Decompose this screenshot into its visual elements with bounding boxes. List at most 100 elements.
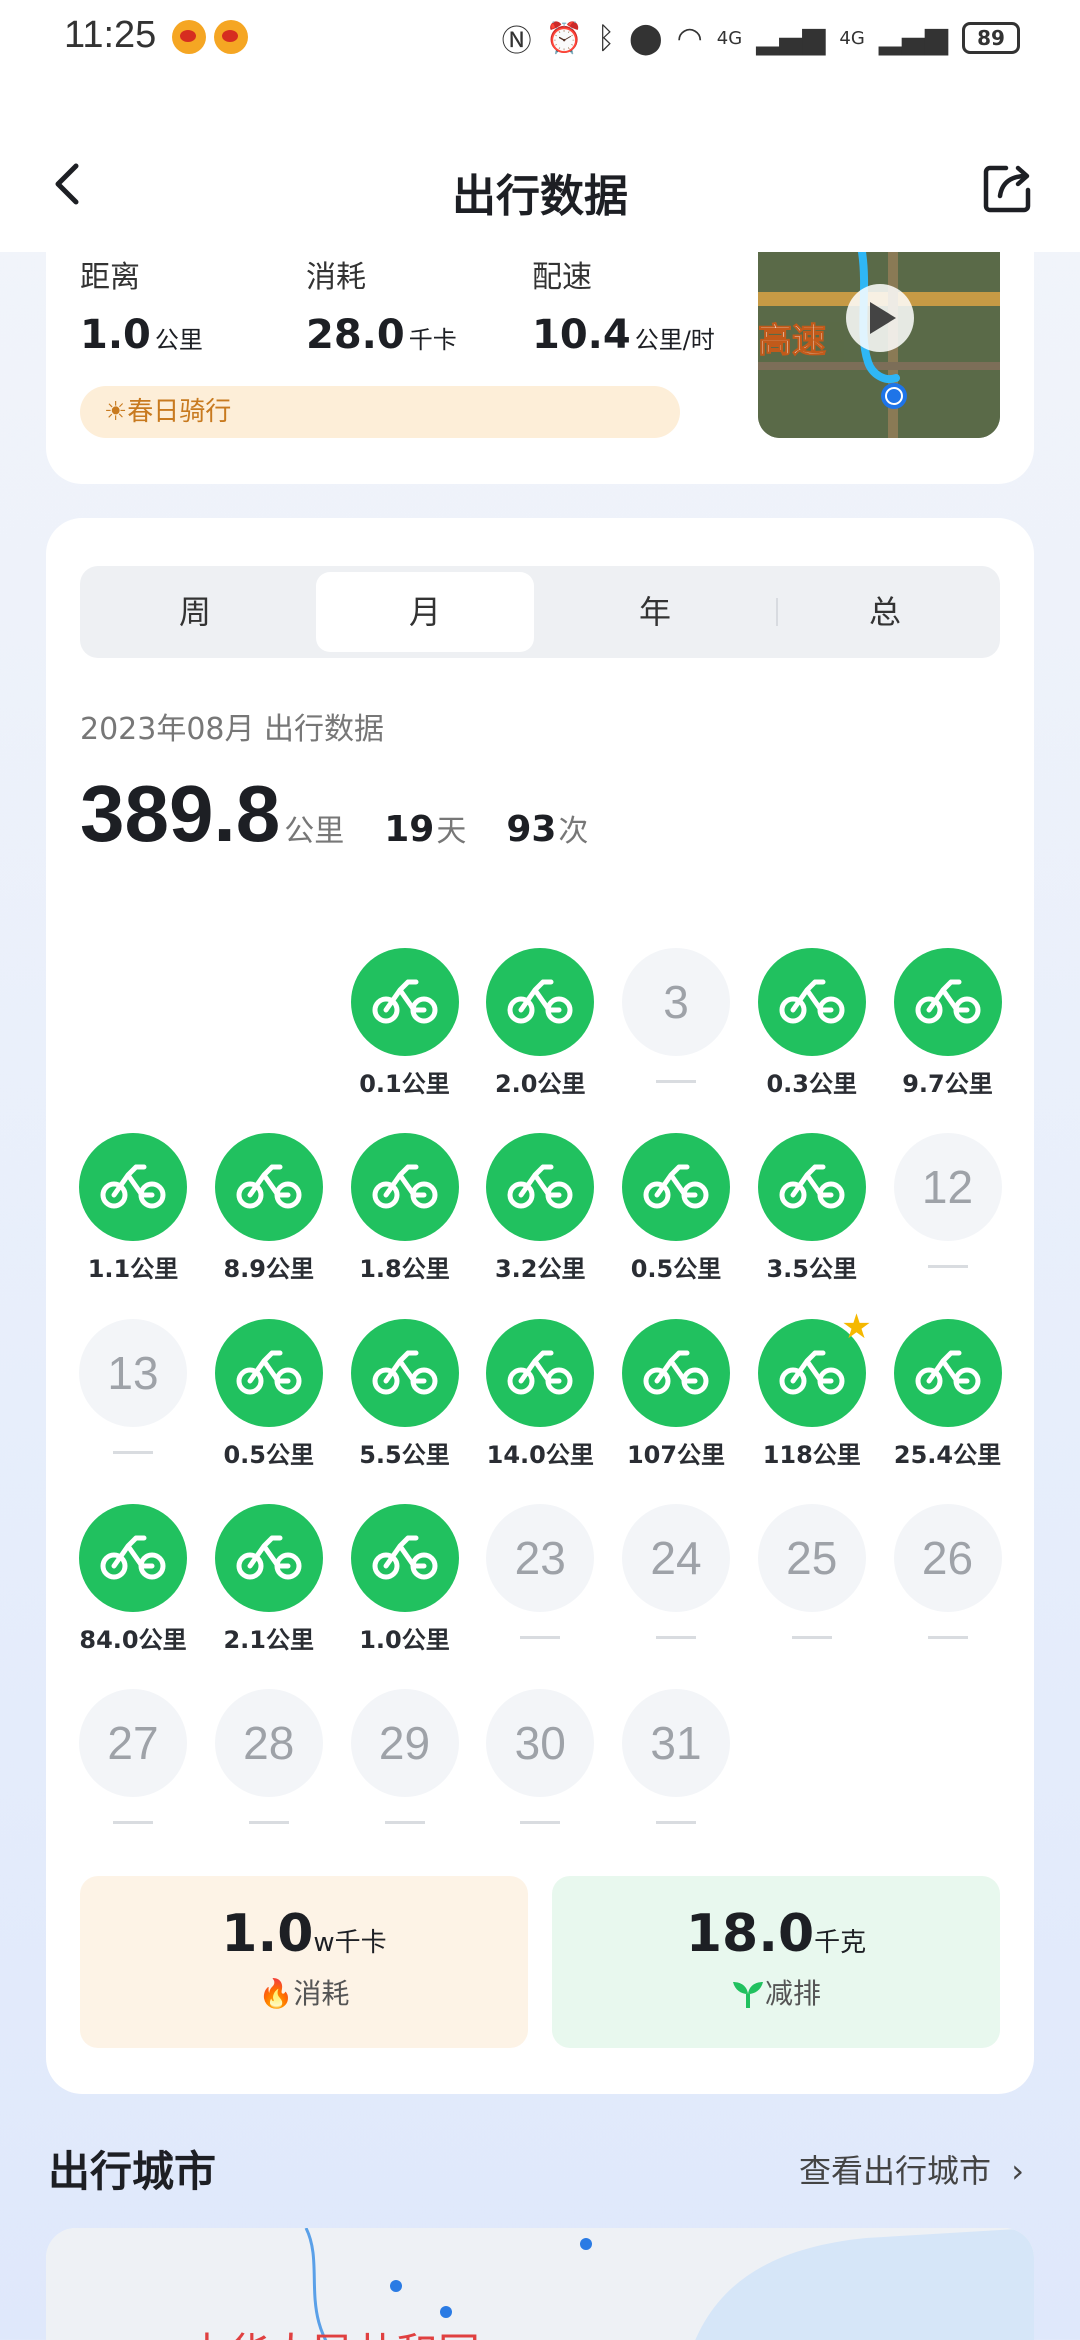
calendar-day[interactable]: 0.1公里	[350, 948, 460, 1108]
calendar-day[interactable]: 84.0公里	[78, 1503, 188, 1664]
trip-card[interactable]: 距离 1.0 公里 消耗 28.0 千卡 配速 10.4 公里/时 ☀春日骑行 高速	[46, 252, 1034, 484]
empty-day-circle: 25	[757, 1503, 866, 1612]
calendar-day[interactable]: 1.1公里	[78, 1133, 188, 1293]
calendar-day[interactable]: 30	[485, 1689, 595, 1849]
day-distance: 5.5公里	[359, 1440, 450, 1469]
emission-label: 减排	[552, 1972, 1000, 2012]
period-caption: 2023年08月 出行数据	[80, 712, 385, 747]
location-icon: ⬤	[628, 20, 663, 56]
day-distance: 1.1公里	[87, 1255, 179, 1284]
calendar-day[interactable]: 2.1公里	[214, 1503, 324, 1664]
calendar-day[interactable]: 107公里	[621, 1318, 731, 1479]
ride-day-circle	[622, 1133, 730, 1242]
period-tabs: 周 月 年 总	[80, 566, 1000, 658]
no-ride-dash	[927, 1635, 968, 1639]
share-icon[interactable]	[980, 160, 1036, 216]
bicycle-icon	[758, 948, 866, 1030]
bicycle-icon	[894, 948, 1002, 1030]
calendar-day[interactable]: 2.0公里	[485, 948, 595, 1108]
no-ride-dash	[656, 1821, 696, 1824]
calendar-day[interactable]: 9.7公里	[893, 948, 1003, 1108]
ride-day-circle	[757, 948, 866, 1056]
summary: 389.8 公里 19 天 93 次	[80, 768, 588, 860]
view-cities-link[interactable]: 查看出行城市 ›	[799, 2146, 1024, 2192]
metric-distance: 距离 1.0 公里	[80, 252, 203, 358]
metric-value: 1.0 公里	[80, 312, 203, 358]
empty-day-circle: 27	[79, 1689, 187, 1797]
nfc-icon: Ⓝ	[501, 24, 532, 59]
calendar-day[interactable]: 26	[893, 1503, 1003, 1664]
days-unit: 天	[436, 814, 467, 849]
calendar-day[interactable]: 12	[893, 1133, 1003, 1293]
calendar-day[interactable]: 3	[621, 948, 731, 1108]
ride-day-circle	[893, 1318, 1002, 1427]
calendar-day[interactable]: 3.2公里	[485, 1133, 595, 1293]
calendar-day[interactable]: ★ 118公里	[757, 1307, 872, 1479]
day-distance: 1.8公里	[359, 1255, 450, 1284]
metric-value: 10.4 公里/时	[532, 312, 715, 358]
metric-calories: 消耗 28.0 千卡	[306, 252, 457, 358]
day-distance: 0.3公里	[766, 1070, 857, 1098]
calendar-day[interactable]: 27	[78, 1689, 188, 1849]
calendar-day[interactable]: 0.3公里	[757, 948, 867, 1108]
calendar-day[interactable]: 1.0公里	[350, 1503, 460, 1664]
route-map-thumbnail[interactable]: 高速	[758, 252, 1000, 438]
signal-bars-icon: ▂▄▆	[878, 20, 948, 56]
chevron-right-icon: ›	[1011, 2152, 1024, 2190]
calendar-day[interactable]: 0.5公里	[621, 1133, 731, 1293]
flame-icon: 🔥	[258, 1977, 294, 2010]
tab-divider	[776, 598, 778, 626]
calories-stat: 1.0w千卡 🔥消耗	[80, 1876, 528, 2048]
ride-day-circle	[350, 1503, 459, 1612]
day-distance: 118公里	[762, 1440, 861, 1469]
city-map[interactable]: 中华人民共和国 韩国	[46, 2228, 1034, 2340]
bicycle-icon	[894, 1319, 1002, 1401]
calendar-day[interactable]: 28	[214, 1689, 324, 1849]
emission-value: 18.0千克	[685, 1904, 867, 1964]
calendar-day[interactable]: 8.9公里	[214, 1133, 324, 1293]
tab-month[interactable]: 月	[316, 572, 534, 652]
no-ride-dash	[791, 1635, 832, 1639]
day-distance: 3.2公里	[494, 1255, 586, 1284]
ride-day-circle	[79, 1133, 187, 1242]
tab-year[interactable]: 年	[546, 572, 764, 652]
tab-week[interactable]: 周	[86, 572, 304, 652]
calendar-day[interactable]: 25.4公里	[893, 1318, 1003, 1479]
signal-label: 4G	[716, 27, 743, 49]
calendar-day[interactable]: 23	[485, 1503, 595, 1664]
day-distance: 0.5公里	[223, 1440, 314, 1469]
no-ride-dash	[656, 1635, 696, 1639]
calendar-day[interactable]: 0.5公里	[214, 1318, 324, 1479]
count-unit: 次	[558, 814, 589, 849]
tab-total[interactable]: 总	[776, 572, 994, 652]
metric-value: 28.0 千卡	[306, 312, 457, 358]
empty-day-circle: 3	[622, 948, 730, 1056]
page-title: 出行数据	[452, 171, 628, 222]
calendar-day[interactable]: 29	[350, 1689, 460, 1849]
ride-count: 93	[506, 809, 557, 850]
empty-day-circle: 12	[893, 1133, 1002, 1242]
calendar-day[interactable]: 25	[757, 1503, 867, 1664]
calendar-day[interactable]: 14.0公里	[485, 1318, 595, 1479]
bluetooth-icon: ᛒ	[596, 20, 615, 56]
bicycle-icon	[486, 1319, 594, 1401]
empty-day-circle: 13	[79, 1318, 187, 1427]
calendar-day[interactable]: 3.5公里	[757, 1133, 867, 1293]
calendar-day[interactable]: 31	[621, 1689, 731, 1849]
no-ride-dash	[248, 1821, 289, 1824]
total-distance: 389.8	[80, 769, 281, 858]
calendar-day[interactable]: 13	[78, 1318, 188, 1479]
bicycle-icon	[351, 948, 459, 1030]
metric-label: 消耗	[306, 260, 366, 295]
calendar-day[interactable]: 24	[621, 1503, 731, 1664]
no-ride-dash	[656, 1080, 696, 1083]
ride-day-circle	[486, 948, 595, 1056]
calendar-day[interactable]: 5.5公里	[350, 1318, 460, 1479]
day-distance: 0.5公里	[630, 1255, 722, 1284]
weibo-notification-icon	[214, 20, 248, 54]
battery-icon: 89	[962, 22, 1020, 54]
ride-day-circle	[214, 1133, 323, 1242]
bicycle-icon	[758, 1133, 866, 1215]
ride-day-circle	[486, 1133, 595, 1242]
calendar-day[interactable]: 1.8公里	[350, 1133, 460, 1293]
